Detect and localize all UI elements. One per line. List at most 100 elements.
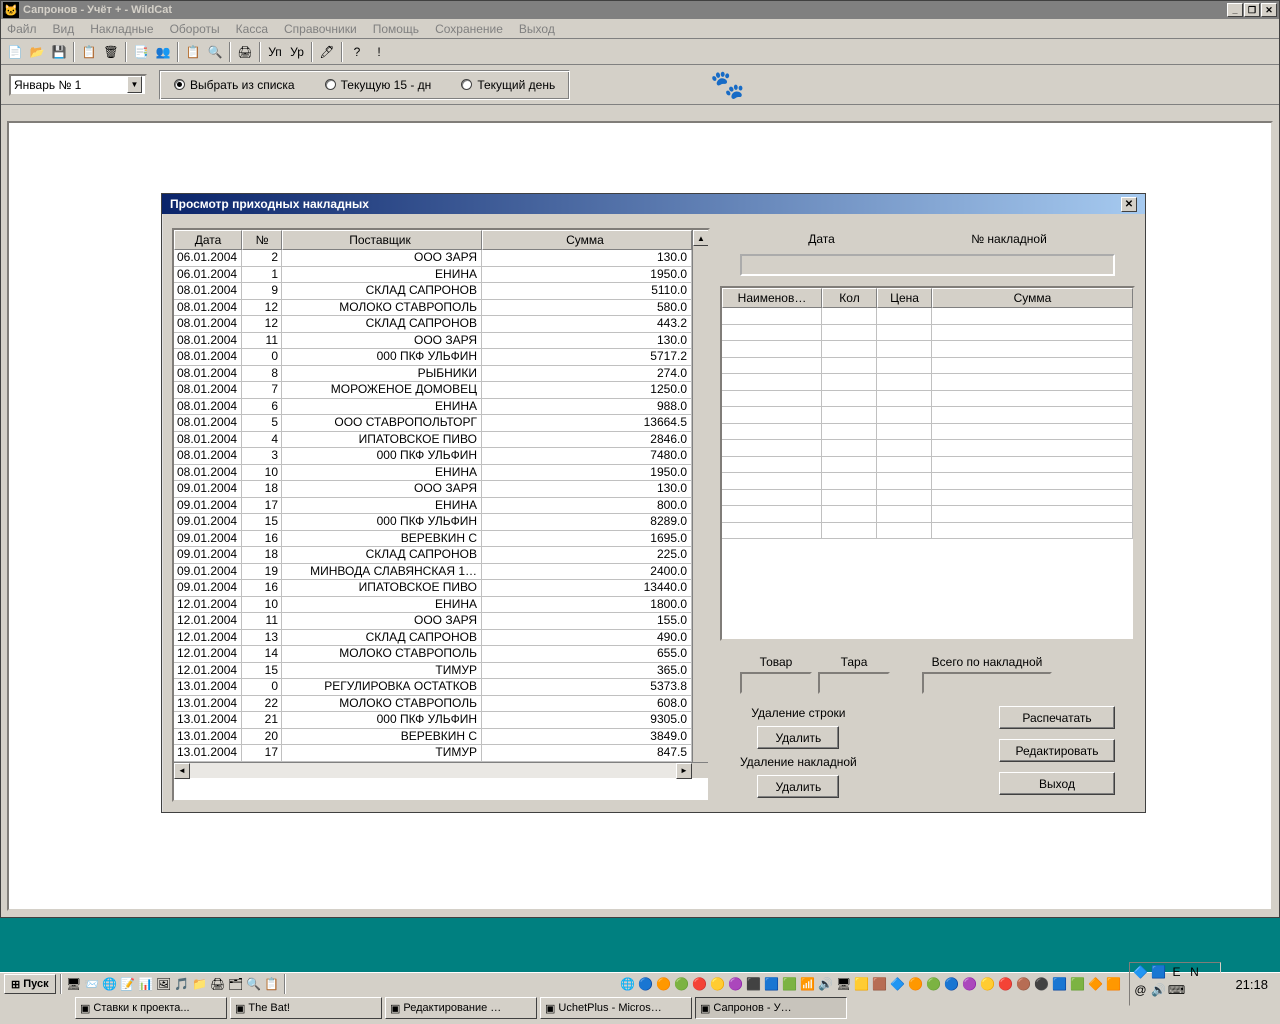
table-row[interactable]: 08.01.20048РЫБНИКИ274.0 [174,366,692,383]
tray-icon[interactable]: 🟣 [728,976,744,992]
tray-icon[interactable]: 🌐 [620,976,636,992]
table-row[interactable]: 08.01.20043000 ПКФ УЛЬФИН7480.0 [174,448,692,465]
table-row[interactable] [722,523,1133,540]
table-row[interactable]: 09.01.200419МИНВОДА СЛАВЯНСКАЯ 1…2400.0 [174,564,692,581]
table-row[interactable]: 06.01.20041ЕНИНА1950.0 [174,267,692,284]
print-button[interactable]: Распечатать [999,706,1115,729]
maximize-button[interactable]: ❐ [1244,3,1260,17]
tray-icon[interactable]: 🟦 [764,976,780,992]
tray-icon[interactable]: 🔊 [818,976,834,992]
toolbar-button[interactable]: 👥 [153,42,173,62]
tray-icon[interactable]: 🟩 [782,976,798,992]
toolbar-button[interactable]: 📄 [5,42,25,62]
table-row[interactable] [722,391,1133,408]
quick-launch-icon[interactable]: 📊 [138,976,154,992]
table-row[interactable] [722,358,1133,375]
tray-icon[interactable]: 🟧 [1106,976,1122,992]
start-button[interactable]: ⊞ Пуск [4,974,56,994]
tray-icon[interactable]: 🔴 [998,976,1014,992]
table-row[interactable]: 13.01.200417ТИМУР847.5 [174,745,692,762]
table-row[interactable]: 06.01.20042ООО ЗАРЯ130.0 [174,250,692,267]
doc-info-field[interactable] [740,254,1115,276]
clock[interactable]: 21:18 [1227,977,1276,992]
menu-invoices[interactable]: Накладные [90,22,153,36]
table-row[interactable]: 09.01.200416ВЕРЕВКИН С1695.0 [174,531,692,548]
toolbar-button[interactable]: ? [347,42,367,62]
tray-icon[interactable]: 🔷 [890,976,906,992]
tray-icon[interactable]: 🟠 [908,976,924,992]
table-row[interactable] [722,490,1133,507]
quick-launch-icon[interactable]: 🖨 [210,976,226,992]
toolbar-button[interactable]: 🖊 [317,42,337,62]
quick-launch-icon[interactable]: 🔍 [246,976,262,992]
edit-button[interactable]: Редактировать [999,739,1115,762]
systray-icon[interactable]: @ [1133,982,1149,998]
col-date[interactable]: Дата [174,230,242,250]
table-row[interactable]: 13.01.200421000 ПКФ УЛЬФИН9305.0 [174,712,692,729]
table-row[interactable] [722,506,1133,523]
tray-icon[interactable]: 🟢 [926,976,942,992]
table-row[interactable]: 09.01.200418СКЛАД САПРОНОВ225.0 [174,547,692,564]
tray-icon[interactable]: 🟠 [656,976,672,992]
tray-icon[interactable]: 🔴 [692,976,708,992]
table-row[interactable]: 08.01.20049СКЛАД САПРОНОВ5110.0 [174,283,692,300]
period-combo[interactable]: Январь № 1 ▼ [9,74,147,96]
table-row[interactable] [722,374,1133,391]
systray-icon[interactable]: N [1187,964,1203,980]
quick-launch-icon[interactable]: 📁 [192,976,208,992]
menu-cash[interactable]: Касса [236,22,268,36]
col-qty[interactable]: Кол [822,288,877,308]
table-row[interactable]: 12.01.200413СКЛАД САПРОНОВ490.0 [174,630,692,647]
scroll-up-icon[interactable]: ▲ [693,230,709,246]
taskbar-button[interactable]: ▣Редактирование … [385,997,537,1019]
menu-view[interactable]: Вид [53,22,75,36]
table-row[interactable]: 13.01.200422МОЛОКО СТАВРОПОЛЬ608.0 [174,696,692,713]
table-row[interactable]: 08.01.200410ЕНИНА1950.0 [174,465,692,482]
table-row[interactable]: 08.01.200411ООО ЗАРЯ130.0 [174,333,692,350]
table-row[interactable]: 08.01.200412МОЛОКО СТАВРОПОЛЬ580.0 [174,300,692,317]
delete-doc-button[interactable]: Удалить [757,775,839,798]
toolbar-button[interactable]: 🗑 [101,42,121,62]
table-row[interactable]: 08.01.20044ИПАТОВСКОЕ ПИВО2846.0 [174,432,692,449]
quick-launch-icon[interactable]: 🎵 [174,976,190,992]
table-row[interactable] [722,407,1133,424]
taskbar-button[interactable]: ▣UchetPlus - Micros… [540,997,692,1019]
table-row[interactable] [722,325,1133,342]
menu-turnover[interactable]: Обороты [170,22,220,36]
table-row[interactable]: 09.01.200416ИПАТОВСКОЕ ПИВО13440.0 [174,580,692,597]
exit-button[interactable]: Выход [999,772,1115,795]
menu-help[interactable]: Помощь [373,22,419,36]
table-row[interactable]: 12.01.200414МОЛОКО СТАВРОПОЛЬ655.0 [174,646,692,663]
tray-icon[interactable]: 🟤 [1016,976,1032,992]
table-row[interactable] [722,308,1133,325]
table-row[interactable]: 13.01.200420ВЕРЕВКИН С3849.0 [174,729,692,746]
toolbar-button[interactable]: 📋 [79,42,99,62]
table-row[interactable] [722,440,1133,457]
tray-icon[interactable]: ⬛ [746,976,762,992]
table-row[interactable]: 09.01.200415000 ПКФ УЛЬФИН8289.0 [174,514,692,531]
delete-row-button[interactable]: Удалить [757,726,839,749]
table-row[interactable]: 09.01.200417ЕНИНА800.0 [174,498,692,515]
table-row[interactable] [722,424,1133,441]
chevron-down-icon[interactable]: ▼ [127,76,142,93]
table-row[interactable]: 08.01.20047МОРОЖЕНОЕ ДОМОВЕЦ1250.0 [174,382,692,399]
taskbar-button[interactable]: ▣Ставки к проекта... [75,997,227,1019]
tray-icon[interactable]: 🟫 [872,976,888,992]
tray-icon[interactable]: 🔵 [638,976,654,992]
details-grid[interactable]: Наименов… Кол Цена Сумма [720,286,1135,641]
col-supplier[interactable]: Поставщик [282,230,482,250]
table-row[interactable]: 13.01.20040РЕГУЛИРОВКА ОСТАТКОВ5373.8 [174,679,692,696]
systray-icon[interactable]: ⌨ [1169,982,1185,998]
table-row[interactable] [722,341,1133,358]
radio-current-day[interactable]: Текущий день [461,78,555,92]
table-row[interactable] [722,457,1133,474]
quick-launch-icon[interactable]: 📨 [84,976,100,992]
table-row[interactable]: 12.01.200411ООО ЗАРЯ155.0 [174,613,692,630]
col-number[interactable]: № [242,230,282,250]
system-tray[interactable]: 🔷🟦EN@🔊⌨ [1129,962,1221,1006]
quick-launch-icon[interactable]: 🌐 [102,976,118,992]
taskbar-button[interactable]: ▣The Bat! [230,997,382,1019]
tray-icon[interactable]: 🟣 [962,976,978,992]
tray-icon[interactable]: 🟢 [674,976,690,992]
table-row[interactable]: 08.01.200412СКЛАД САПРОНОВ443.2 [174,316,692,333]
